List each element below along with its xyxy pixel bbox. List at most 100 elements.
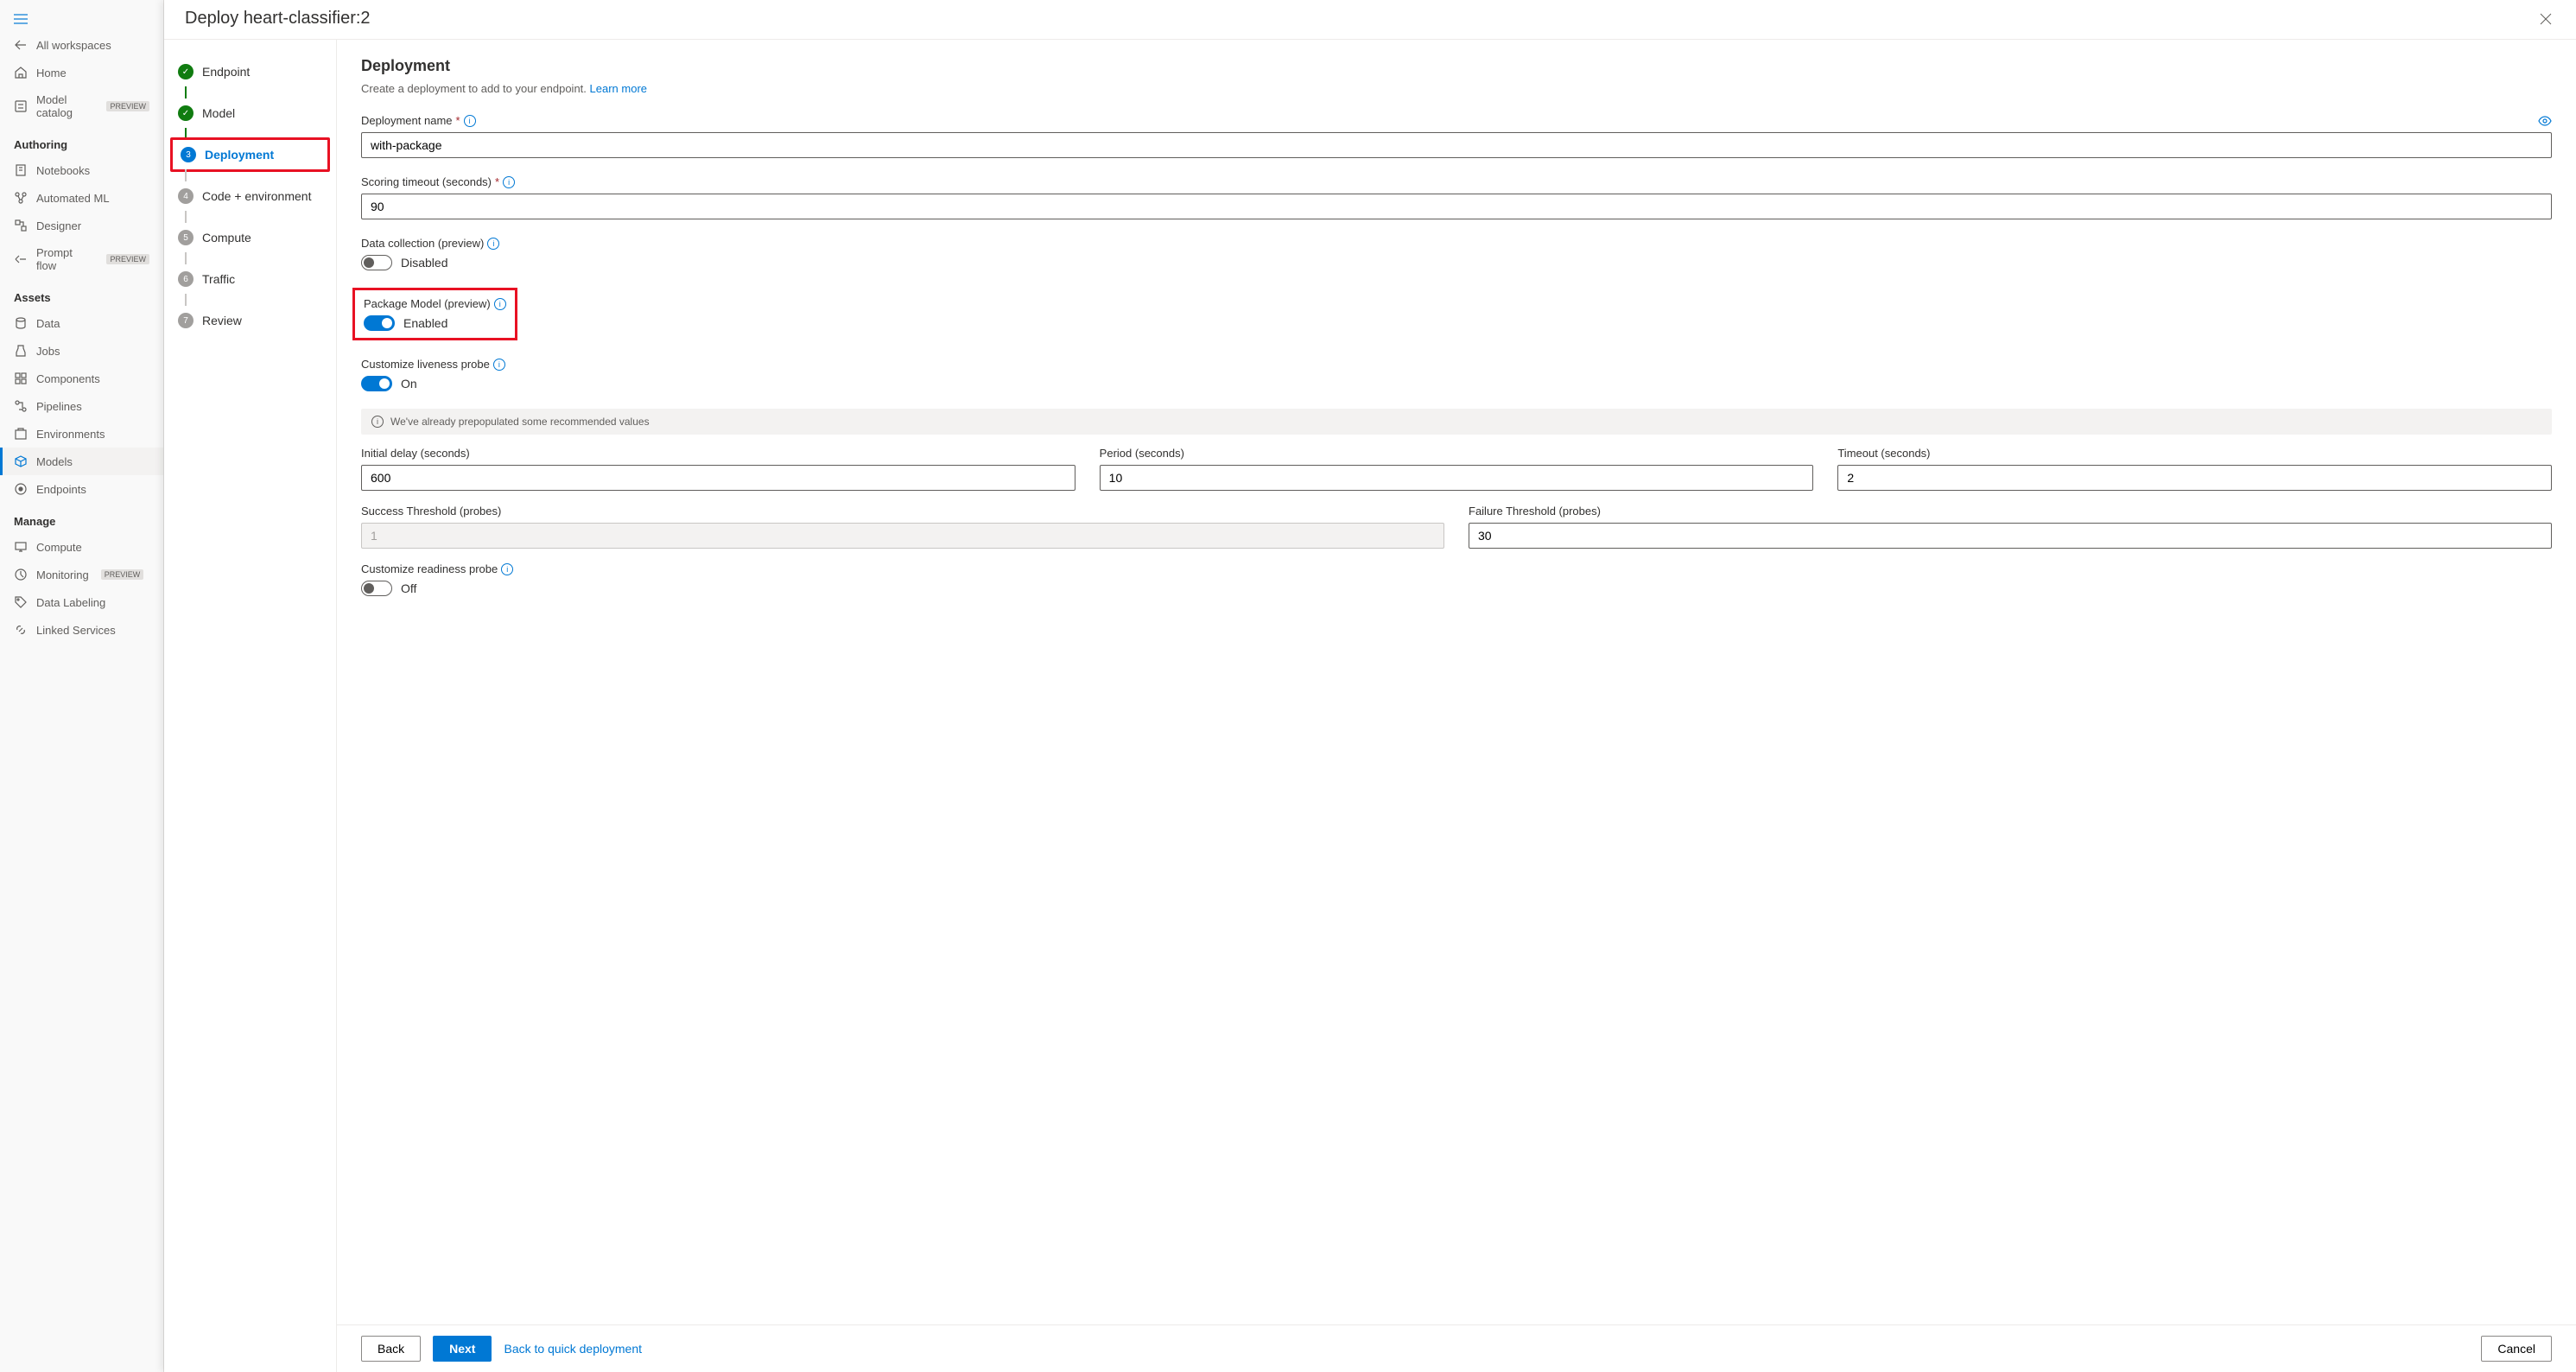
toggle-state: On <box>401 377 417 391</box>
liveness-probe-toggle[interactable] <box>361 376 392 391</box>
nav-environments[interactable]: Environments <box>0 420 163 448</box>
initial-delay-input[interactable] <box>361 465 1075 491</box>
failure-threshold-input[interactable] <box>1469 523 2552 549</box>
info-icon[interactable]: i <box>493 359 505 371</box>
section-manage: Manage <box>0 503 163 533</box>
package-model-toggle[interactable] <box>364 315 395 331</box>
info-icon[interactable]: i <box>494 298 506 310</box>
nav-data-labeling[interactable]: Data Labeling <box>0 588 163 616</box>
section-authoring: Authoring <box>0 126 163 156</box>
panel-title: Deploy heart-classifier:2 <box>185 9 371 29</box>
step-label: Review <box>202 314 242 327</box>
scoring-timeout-input[interactable] <box>361 194 2552 219</box>
form-desc-text: Create a deployment to add to your endpo… <box>361 82 587 95</box>
home-icon <box>14 66 28 79</box>
nav-models[interactable]: Models <box>0 448 163 475</box>
step-endpoint[interactable]: ✓ Endpoint <box>173 57 327 86</box>
data-collection-label: Data collection (preview) i <box>361 237 2552 250</box>
required-star: * <box>456 114 460 127</box>
readiness-probe-toggle[interactable] <box>361 581 392 596</box>
linked-icon <box>14 623 28 637</box>
nav-notebooks[interactable]: Notebooks <box>0 156 163 184</box>
nav-monitoring[interactable]: Monitoring PREVIEW <box>0 561 163 588</box>
step-label: Deployment <box>205 148 274 162</box>
catalog-icon <box>14 99 28 113</box>
nav-label: Data <box>36 317 60 330</box>
learn-more-link[interactable]: Learn more <box>590 82 647 95</box>
step-connector <box>185 86 187 98</box>
step-code-env[interactable]: 4 Code + environment <box>173 181 327 211</box>
nav-designer[interactable]: Designer <box>0 212 163 239</box>
back-button[interactable]: Back <box>361 1336 421 1362</box>
nav-model-catalog[interactable]: Model catalog PREVIEW <box>0 86 163 126</box>
info-icon[interactable]: i <box>501 563 513 575</box>
form-title: Deployment <box>361 57 2552 75</box>
step-number-icon: 3 <box>181 147 196 162</box>
toggle-state: Enabled <box>403 316 447 330</box>
step-model[interactable]: ✓ Model <box>173 98 327 128</box>
step-connector <box>185 294 187 306</box>
nav-compute[interactable]: Compute <box>0 533 163 561</box>
step-compute[interactable]: 5 Compute <box>173 223 327 252</box>
nav-jobs[interactable]: Jobs <box>0 337 163 365</box>
step-review[interactable]: 7 Review <box>173 306 327 335</box>
info-icon[interactable]: i <box>503 176 515 188</box>
banner-text: We've already prepopulated some recommen… <box>390 416 650 428</box>
info-icon[interactable]: i <box>487 238 499 250</box>
nav-label: Pipelines <box>36 400 82 413</box>
cancel-button[interactable]: Cancel <box>2481 1336 2552 1362</box>
nav-endpoints[interactable]: Endpoints <box>0 475 163 503</box>
nav-components[interactable]: Components <box>0 365 163 392</box>
step-traffic[interactable]: 6 Traffic <box>173 264 327 294</box>
nav-data[interactable]: Data <box>0 309 163 337</box>
check-icon: ✓ <box>178 105 194 121</box>
step-deployment[interactable]: 3 Deployment <box>175 140 327 169</box>
deployment-name-input[interactable] <box>361 132 2552 158</box>
form-area: Deployment Create a deployment to add to… <box>337 40 2576 1372</box>
timeout-input[interactable] <box>1837 465 2552 491</box>
preview-badge: PREVIEW <box>106 101 149 111</box>
toggle-state: Disabled <box>401 256 447 270</box>
next-button[interactable]: Next <box>433 1336 492 1362</box>
endpoints-icon <box>14 482 28 496</box>
back-arrow-icon <box>14 38 28 52</box>
package-model-label: Package Model (preview) i <box>364 297 506 310</box>
jobs-icon <box>14 344 28 358</box>
notebooks-icon <box>14 163 28 177</box>
label-text: Deployment name <box>361 114 453 127</box>
data-icon <box>14 316 28 330</box>
nav-label: Components <box>36 372 100 385</box>
designer-icon <box>14 219 28 232</box>
nav-home[interactable]: Home <box>0 59 163 86</box>
hamburger-menu[interactable] <box>0 7 163 31</box>
prompt-flow-icon <box>14 252 28 266</box>
nav-automated-ml[interactable]: Automated ML <box>0 184 163 212</box>
success-threshold-input <box>361 523 1444 549</box>
step-number-icon: 5 <box>178 230 194 245</box>
label-text: Scoring timeout (seconds) <box>361 175 492 188</box>
wizard-nav: ✓ Endpoint ✓ Model 3 Deployment 4 <box>164 40 337 1372</box>
info-icon[interactable]: i <box>464 115 476 127</box>
data-collection-toggle[interactable] <box>361 255 392 270</box>
nav-label: Automated ML <box>36 192 110 205</box>
step-connector <box>185 252 187 264</box>
step-number-icon: 4 <box>178 188 194 204</box>
models-icon <box>14 454 28 468</box>
quick-deployment-link[interactable]: Back to quick deployment <box>504 1342 642 1356</box>
label-text: Customize readiness probe <box>361 562 498 575</box>
nav-label: Monitoring <box>36 568 89 581</box>
nav-label: All workspaces <box>36 39 111 52</box>
automl-icon <box>14 191 28 205</box>
nav-label: Endpoints <box>36 483 86 496</box>
nav-prompt-flow[interactable]: Prompt flow PREVIEW <box>0 239 163 279</box>
eye-icon[interactable] <box>2538 116 2552 126</box>
liveness-probe-label: Customize liveness probe i <box>361 358 2552 371</box>
period-input[interactable] <box>1100 465 1814 491</box>
nav-all-workspaces[interactable]: All workspaces <box>0 31 163 59</box>
success-threshold-label: Success Threshold (probes) <box>361 505 1444 518</box>
nav-pipelines[interactable]: Pipelines <box>0 392 163 420</box>
nav-linked-services[interactable]: Linked Services <box>0 616 163 644</box>
nav-label: Environments <box>36 428 105 441</box>
step-number-icon: 6 <box>178 271 194 287</box>
close-button[interactable] <box>2536 10 2555 29</box>
